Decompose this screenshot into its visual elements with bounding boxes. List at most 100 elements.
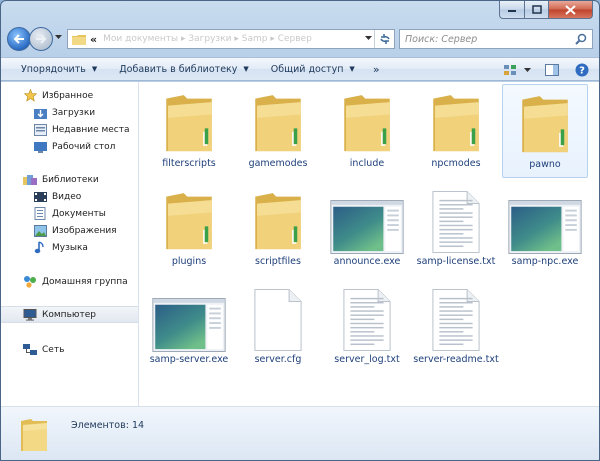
music-note-icon bbox=[33, 241, 47, 255]
nav-item-video[interactable]: Видео bbox=[1, 188, 138, 205]
view-menu-button[interactable] bbox=[521, 60, 533, 80]
folder-icon bbox=[238, 84, 318, 156]
file-item[interactable]: samp-server.exe bbox=[146, 280, 232, 374]
recent-pages-chevron-icon[interactable] bbox=[55, 35, 62, 40]
help-button[interactable]: ? bbox=[571, 60, 593, 80]
file-name: samp-npc.exe bbox=[511, 256, 579, 267]
svg-text:?: ? bbox=[579, 66, 585, 77]
change-view-button[interactable] bbox=[499, 60, 521, 80]
nav-item-label: Недавние места bbox=[52, 124, 130, 135]
blank-document-icon bbox=[238, 280, 318, 352]
command-toolbar: Упорядочить ▼ Добавить в библиотеку ▼ Общи… bbox=[1, 57, 599, 81]
nav-item-downloads[interactable]: Загрузки bbox=[1, 104, 138, 121]
organize-button[interactable]: Упорядочить ▼ bbox=[15, 58, 103, 80]
close-button[interactable] bbox=[549, 1, 593, 19]
address-row: « Мои документы ▸ Загрузки ▸ Samp ▸ Серв… bbox=[7, 27, 593, 51]
video-icon bbox=[33, 190, 47, 204]
nav-item-recent-places[interactable]: Недавние места bbox=[1, 121, 138, 138]
nav-libraries[interactable]: Библиотеки bbox=[1, 171, 138, 188]
preview-pane-icon bbox=[545, 64, 559, 76]
more-commands-button[interactable]: » bbox=[367, 58, 386, 80]
main-area: Избранное Загрузки Недавние места Рабочи… bbox=[1, 82, 599, 407]
nav-item-desktop[interactable]: Рабочий стол bbox=[1, 138, 138, 155]
address-bar[interactable]: « Мои документы ▸ Загрузки ▸ Samp ▸ Серв… bbox=[67, 29, 395, 49]
file-name: server_log.txt bbox=[334, 354, 400, 365]
refresh-icon bbox=[379, 34, 390, 44]
caret-down-icon bbox=[523, 67, 531, 72]
file-name: gamemodes bbox=[248, 158, 308, 169]
nav-computer-label: Компьютер bbox=[42, 309, 96, 320]
breadcrumb[interactable]: Мои документы ▸ Загрузки ▸ Samp ▸ Сервер bbox=[103, 34, 312, 44]
item-count: Элементов: 14 bbox=[71, 420, 145, 431]
nav-homegroup[interactable]: Домашняя группа bbox=[1, 273, 138, 290]
computer-icon bbox=[23, 308, 37, 322]
chevron-down-icon[interactable] bbox=[365, 36, 372, 41]
help-icon: ? bbox=[575, 63, 589, 77]
star-icon bbox=[23, 89, 37, 103]
folder-item[interactable]: scriptfiles bbox=[235, 182, 321, 276]
folder-icon bbox=[327, 84, 407, 156]
folder-item[interactable]: include bbox=[324, 84, 410, 178]
close-icon bbox=[565, 4, 576, 15]
file-item[interactable]: samp-license.txt bbox=[413, 182, 499, 276]
maximize-button[interactable] bbox=[525, 1, 549, 19]
address-overflow-chevron[interactable]: « bbox=[90, 33, 97, 46]
folder-item[interactable]: plugins bbox=[146, 182, 232, 276]
add-to-library-button[interactable]: Добавить в библиотеку ▼ bbox=[113, 58, 255, 80]
pictures-icon bbox=[33, 224, 47, 238]
file-item[interactable]: announce.exe bbox=[324, 182, 410, 276]
file-item[interactable]: server_log.txt bbox=[324, 280, 410, 374]
file-view: filterscripts gamemodes include npcmodes paw… bbox=[140, 82, 599, 406]
folder-icon bbox=[238, 182, 318, 254]
file-name: pawno bbox=[529, 159, 561, 170]
homegroup-icon bbox=[23, 275, 37, 289]
nav-item-pictures[interactable]: Изображения bbox=[1, 222, 138, 239]
search-input[interactable]: Поиск: Сервер bbox=[405, 34, 477, 45]
downloads-folder-icon bbox=[33, 106, 47, 120]
arrow-left-icon bbox=[13, 34, 24, 44]
text-document-icon bbox=[416, 280, 496, 352]
text-document-icon bbox=[416, 182, 496, 254]
folder-item[interactable]: npcmodes bbox=[413, 84, 499, 178]
search-icon[interactable] bbox=[575, 33, 587, 45]
share-button[interactable]: Общий доступ ▼ bbox=[265, 58, 361, 80]
nav-item-label: Документы bbox=[52, 208, 106, 219]
folder-item[interactable]: gamemodes bbox=[235, 84, 321, 178]
share-label: Общий доступ bbox=[270, 63, 344, 75]
maximize-icon bbox=[531, 5, 542, 14]
nav-item-label: Видео bbox=[52, 191, 82, 202]
nav-network[interactable]: Сеть bbox=[1, 341, 138, 358]
minimize-icon bbox=[508, 9, 516, 12]
organize-label: Упорядочить bbox=[21, 63, 86, 75]
folder-item[interactable]: pawno bbox=[502, 84, 588, 178]
file-name: filterscripts bbox=[162, 158, 216, 169]
folder-icon bbox=[21, 419, 47, 451]
nav-network-label: Сеть bbox=[42, 344, 65, 355]
refresh-button[interactable] bbox=[374, 30, 394, 48]
nav-item-documents[interactable]: Документы bbox=[1, 205, 138, 222]
nav-computer[interactable]: Компьютер bbox=[1, 306, 138, 323]
preview-pane-button[interactable] bbox=[541, 60, 563, 80]
search-box[interactable]: Поиск: Сервер bbox=[399, 29, 593, 49]
file-item[interactable]: samp-npc.exe bbox=[502, 182, 588, 276]
file-name: samp-license.txt bbox=[416, 256, 496, 267]
caret-down-icon: ▼ bbox=[243, 65, 249, 73]
nav-item-label: Загрузки bbox=[52, 107, 96, 118]
nav-favorites[interactable]: Избранное bbox=[1, 87, 138, 104]
application-icon bbox=[149, 280, 229, 352]
back-button[interactable] bbox=[7, 27, 31, 51]
file-item[interactable]: server-readme.txt bbox=[413, 280, 499, 374]
network-icon bbox=[23, 343, 37, 357]
text-document-icon bbox=[327, 280, 407, 352]
minimize-button[interactable] bbox=[499, 1, 525, 19]
documents-icon bbox=[33, 207, 47, 221]
folder-item[interactable]: filterscripts bbox=[146, 84, 232, 178]
folder-icon bbox=[72, 34, 86, 45]
forward-button[interactable] bbox=[29, 27, 53, 51]
nav-item-music[interactable]: Музыка bbox=[1, 239, 138, 256]
application-icon bbox=[327, 182, 407, 254]
caret-down-icon: ▼ bbox=[91, 65, 98, 73]
file-item[interactable]: server.cfg bbox=[235, 280, 321, 374]
file-name: samp-server.exe bbox=[149, 354, 229, 365]
details-pane: Элементов: 14 bbox=[1, 407, 599, 460]
